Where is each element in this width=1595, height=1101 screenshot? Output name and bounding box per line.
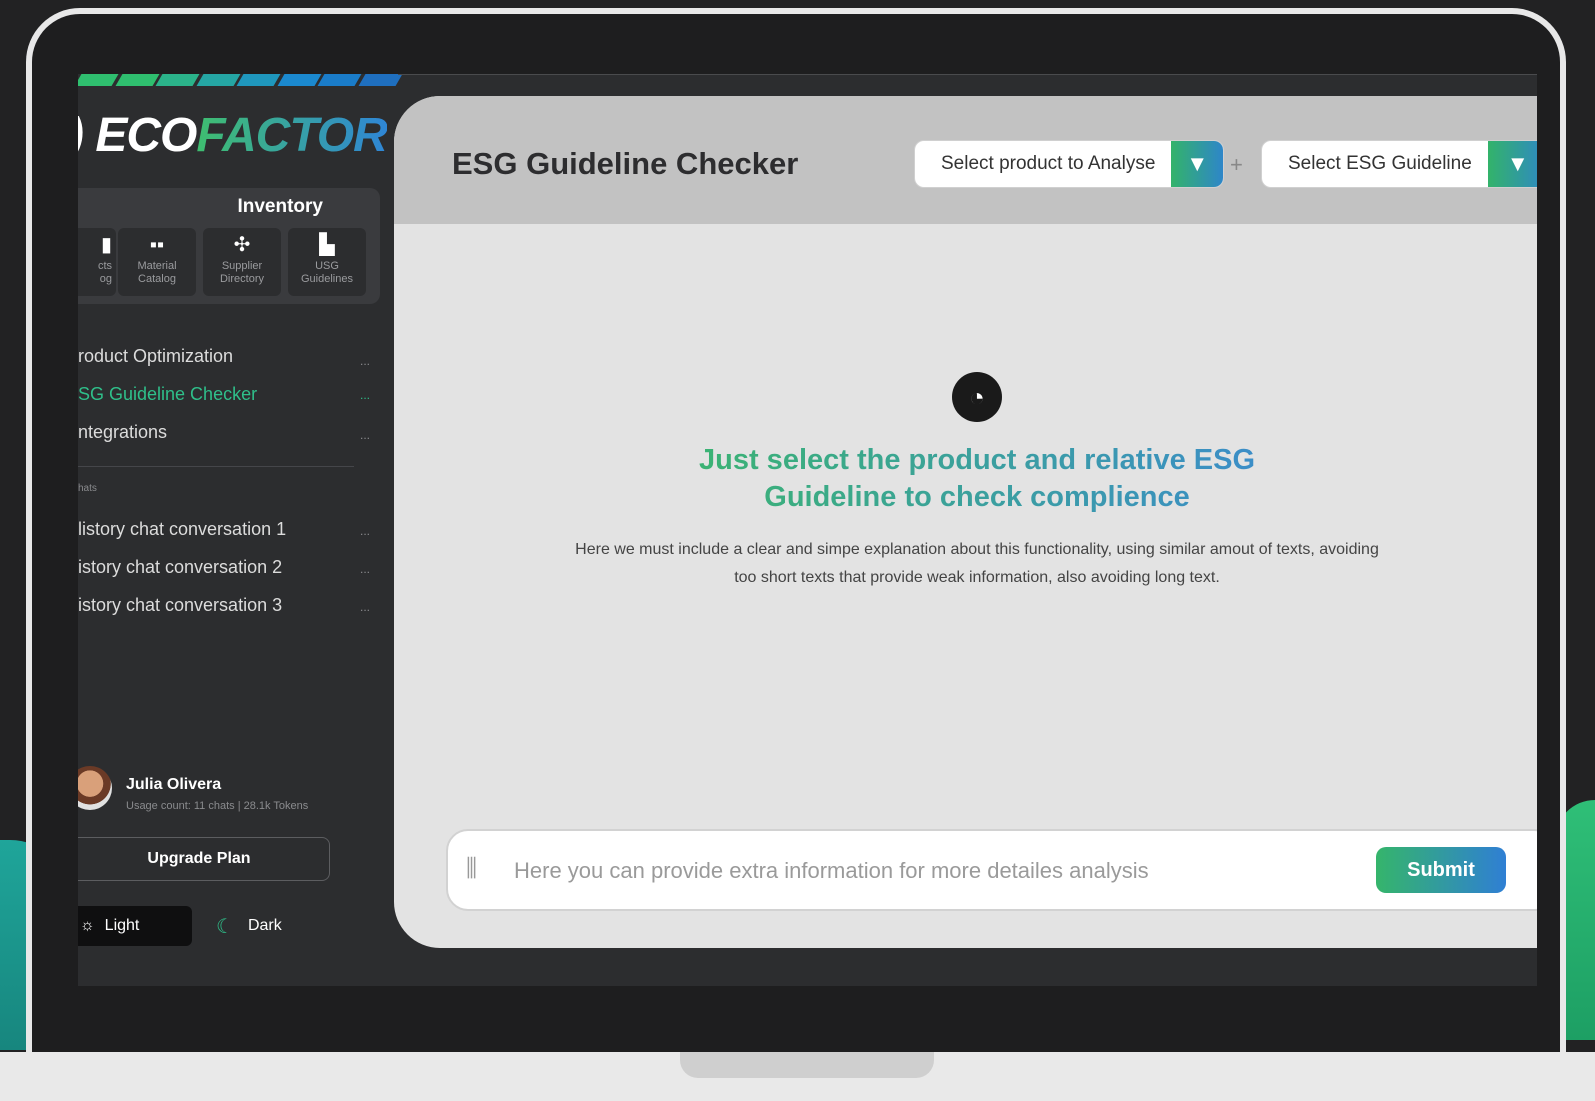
eco-factor-logo: ) ECOFACTOR <box>78 109 388 162</box>
prompt-bar: ⫼ Submit <box>446 829 1537 911</box>
inventory-tile-material-catalog[interactable]: ▪▪ Material Catalog <box>118 228 196 296</box>
avatar[interactable] <box>78 766 112 810</box>
more-options-icon[interactable]: ... <box>360 524 370 538</box>
product-select[interactable]: Select product to Analyse ▼ <box>914 140 1224 188</box>
light-theme-button[interactable]: ☼ Light <box>78 906 192 946</box>
bookmark-icon: ▙ <box>319 234 335 256</box>
chat-history-label: istory chat conversation 3 <box>78 595 283 615</box>
sun-icon: ☼ <box>80 917 95 934</box>
more-options-icon[interactable]: ... <box>360 354 370 368</box>
submit-button[interactable]: Submit <box>1376 847 1506 893</box>
inventory-title: Inventory <box>237 196 323 217</box>
chevron-down-icon[interactable]: ▼ <box>1171 141 1223 187</box>
page-title: ESG Guideline Checker <box>452 146 799 181</box>
empty-state-description: Here we must include a clear and simpe e… <box>575 541 1379 586</box>
sidebar-item-label: SG Guideline Checker <box>78 384 258 404</box>
grid-icon: ▪▪ <box>149 234 165 256</box>
sidebar-item-esg-guideline-checker[interactable]: SG Guideline Checker <box>78 384 257 405</box>
upgrade-plan-button[interactable]: Upgrade Plan <box>78 837 330 881</box>
user-name: Julia Olivera <box>126 776 222 793</box>
sidebar: ) ECOFACTOR Inventory ▮ cts og ▪▪ Materi… <box>78 74 398 986</box>
supplier-network-icon: ✣ <box>233 234 251 256</box>
inventory-tile-products-catalog[interactable]: ▮ cts og <box>78 228 116 296</box>
light-theme-label: Light <box>104 917 140 934</box>
guideline-select-label: Select ESG Guideline <box>1288 153 1472 174</box>
sidebar-item-product-optimization[interactable]: roduct Optimization <box>78 346 233 367</box>
chat-history-label: istory chat conversation 2 <box>78 557 283 577</box>
main-header: ESG Guideline Checker Select product to … <box>394 96 1537 224</box>
dark-theme-button[interactable]: ☾ Dark <box>216 906 316 946</box>
product-select-label: Select product to Analyse <box>941 153 1156 174</box>
chats-section-label: hats <box>78 483 97 494</box>
chat-history-item[interactable]: listory chat conversation 1 <box>78 519 286 540</box>
laptop-notch <box>680 1052 934 1078</box>
more-options-icon[interactable]: ... <box>360 562 370 576</box>
products-catalog-icon: ▮ <box>100 234 112 256</box>
dark-theme-label: Dark <box>247 917 282 934</box>
esg-guideline-select[interactable]: Select ESG Guideline ▼ <box>1261 140 1537 188</box>
empty-state-headline: Just select the product and relative ESG… <box>644 442 1310 516</box>
chat-history-item[interactable]: istory chat conversation 3 <box>78 595 282 616</box>
plus-icon: + <box>1230 152 1243 177</box>
voice-waveform-icon[interactable]: ⫼ <box>466 855 477 883</box>
sidebar-divider <box>78 466 354 467</box>
inventory-tile-supplier-directory[interactable]: ✣ Supplier Directory <box>203 228 281 296</box>
inventory-panel: Inventory ▮ cts og ▪▪ Material Catalog ✣… <box>78 188 380 304</box>
sidebar-item-label: roduct Optimization <box>78 346 234 366</box>
more-options-icon[interactable]: ... <box>360 600 370 614</box>
top-border-line <box>398 74 1537 75</box>
main-panel: ESG Guideline Checker Select product to … <box>394 96 1537 948</box>
moon-icon: ☾ <box>216 915 234 938</box>
sidebar-item-integrations[interactable]: ntegrations <box>78 422 167 443</box>
app-screen: ) ECOFACTOR Inventory ▮ cts og ▪▪ Materi… <box>78 74 1537 986</box>
chat-history-label: listory chat conversation 1 <box>78 519 287 539</box>
prompt-input[interactable] <box>512 851 1356 891</box>
more-options-icon[interactable]: ... <box>360 428 370 442</box>
sidebar-item-label: ntegrations <box>78 422 168 442</box>
app-symbol-icon: ◔ <box>952 372 1002 422</box>
usage-count: Usage count: 11 chats | 28.1k Tokens <box>126 800 309 812</box>
chevron-down-icon[interactable]: ▼ <box>1487 141 1537 187</box>
chat-history-item[interactable]: istory chat conversation 2 <box>78 557 282 578</box>
inventory-tile-usg-guidelines[interactable]: ▙ USG Guidelines <box>288 228 366 296</box>
more-options-icon[interactable]: ... <box>360 388 370 402</box>
